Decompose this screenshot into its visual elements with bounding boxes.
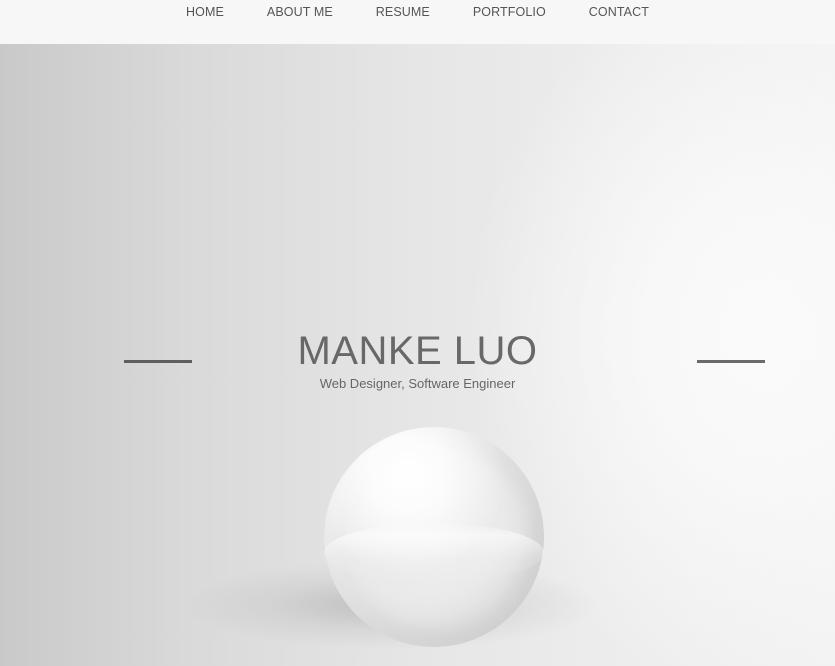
nav-portfolio-link[interactable]: PORTFOLIO — [473, 5, 546, 19]
title-right-dash — [697, 360, 765, 363]
nav-home-link[interactable]: HOME — [186, 5, 224, 19]
top-navbar: HOME ABOUT ME RESUME PORTFOLIO CONTACT — [0, 0, 835, 44]
nav-resume-link[interactable]: RESUME — [376, 5, 430, 19]
sphere-highlight — [324, 523, 544, 583]
nav-contact-link[interactable]: CONTACT — [589, 5, 649, 19]
nav-menu: HOME ABOUT ME RESUME PORTFOLIO CONTACT — [0, 0, 835, 24]
page: HOME ABOUT ME RESUME PORTFOLIO CONTACT M… — [0, 0, 835, 666]
hero-sphere-image — [324, 427, 544, 647]
hero-name-title: MANKE LUO — [297, 329, 538, 373]
hero-tagline: Web Designer, Software Engineer — [319, 376, 516, 391]
nav-about-me-link[interactable]: ABOUT ME — [267, 5, 333, 19]
